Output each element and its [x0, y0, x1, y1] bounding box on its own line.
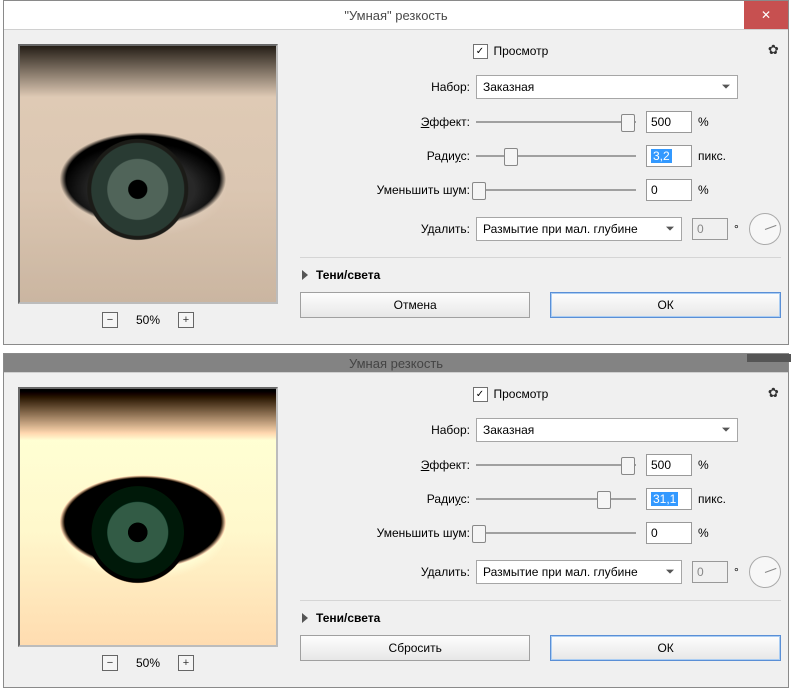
remove-label: Удалить:: [300, 565, 476, 579]
preset-select[interactable]: Заказная: [476, 418, 738, 442]
disclosure-triangle-icon: [302, 613, 308, 623]
preview-label: Просмотр: [494, 387, 549, 402]
radius-label: Радиус:: [300, 492, 476, 506]
remove-select[interactable]: Размытие при мал. глубине: [476, 560, 682, 584]
shadows-highlights-toggle[interactable]: Тени/света: [302, 268, 781, 282]
radius-unit: пикс.: [698, 492, 726, 506]
radius-unit: пикс.: [698, 149, 726, 163]
preset-value: Заказная: [483, 80, 534, 94]
remove-value: Размытие при мал. глубине: [483, 222, 638, 236]
preset-label: Набор:: [300, 80, 476, 94]
smart-sharpen-dialog-2: Умная резкость − 50% + Просмотр Набор:: [3, 353, 789, 688]
amount-slider[interactable]: [476, 456, 636, 474]
gear-icon: [768, 43, 779, 57]
radius-input[interactable]: 31,1: [646, 488, 692, 510]
zoom-in-button[interactable]: +: [178, 655, 194, 671]
noise-input[interactable]: 0: [646, 179, 692, 201]
radius-slider[interactable]: [476, 147, 636, 165]
smart-sharpen-dialog: "Умная" резкость ✕ − 50% + Просмотр Набо…: [3, 0, 789, 345]
zoom-in-button[interactable]: +: [178, 312, 194, 328]
zoom-level: 50%: [136, 313, 160, 327]
preview-checkbox[interactable]: [473, 44, 488, 59]
reset-button[interactable]: Сбросить: [300, 635, 530, 661]
angle-dial[interactable]: [749, 213, 781, 245]
eye-preview: [20, 46, 276, 302]
noise-input[interactable]: 0: [646, 522, 692, 544]
angle-unit: °: [734, 565, 739, 579]
ok-button[interactable]: ОК: [550, 292, 780, 318]
shadows-label: Тени/света: [316, 611, 380, 625]
amount-label: Эффект:: [300, 458, 476, 472]
remove-label: Удалить:: [300, 222, 476, 236]
noise-label: Уменьшить шум:: [300, 183, 476, 197]
angle-dial[interactable]: [749, 556, 781, 588]
settings-button[interactable]: [768, 42, 779, 58]
shadows-highlights-toggle[interactable]: Тени/света: [302, 611, 781, 625]
amount-input[interactable]: 500: [646, 111, 692, 133]
gear-icon: [768, 386, 779, 400]
preview-checkbox[interactable]: [473, 387, 488, 402]
shadows-label: Тени/света: [316, 268, 380, 282]
zoom-out-button[interactable]: −: [102, 312, 118, 328]
noise-label: Уменьшить шум:: [300, 526, 476, 540]
angle-unit: °: [734, 222, 739, 236]
dialog-title: Умная резкость: [349, 356, 443, 371]
preview-image[interactable]: [18, 44, 278, 304]
noise-slider[interactable]: [476, 181, 636, 199]
amount-unit: %: [698, 458, 709, 472]
angle-input: 0: [692, 218, 728, 240]
slider-thumb[interactable]: [621, 114, 635, 132]
cancel-button[interactable]: Отмена: [300, 292, 530, 318]
amount-input[interactable]: 500: [646, 454, 692, 476]
titlebar[interactable]: "Умная" резкость ✕: [4, 1, 788, 30]
noise-unit: %: [698, 526, 709, 540]
amount-label: Эффект:: [300, 115, 476, 129]
close-icon: ✕: [761, 8, 771, 22]
remove-value: Размытие при мал. глубине: [483, 565, 638, 579]
eye-preview: [20, 389, 276, 645]
slider-thumb[interactable]: [597, 491, 611, 509]
settings-button[interactable]: [768, 385, 779, 401]
preset-select[interactable]: Заказная: [476, 75, 738, 99]
zoom-out-button[interactable]: −: [102, 655, 118, 671]
remove-select[interactable]: Размытие при мал. глубине: [476, 217, 682, 241]
noise-unit: %: [698, 183, 709, 197]
noise-slider[interactable]: [476, 524, 636, 542]
preset-value: Заказная: [483, 423, 534, 437]
radius-label: Радиус:: [300, 149, 476, 163]
radius-input[interactable]: 3,2: [646, 145, 692, 167]
titlebar[interactable]: Умная резкость: [4, 354, 788, 373]
disclosure-triangle-icon: [302, 270, 308, 280]
angle-input: 0: [692, 561, 728, 583]
zoom-level: 50%: [136, 656, 160, 670]
preview-label: Просмотр: [494, 44, 549, 59]
amount-slider[interactable]: [476, 113, 636, 131]
slider-thumb[interactable]: [472, 525, 486, 543]
amount-unit: %: [698, 115, 709, 129]
slider-thumb[interactable]: [504, 148, 518, 166]
dialog-title: "Умная" резкость: [344, 8, 447, 23]
ok-button[interactable]: ОК: [550, 635, 780, 661]
radius-slider[interactable]: [476, 490, 636, 508]
slider-thumb[interactable]: [621, 457, 635, 475]
close-button[interactable]: ✕: [744, 1, 788, 29]
preset-label: Набор:: [300, 423, 476, 437]
preview-image[interactable]: [18, 387, 278, 647]
close-button[interactable]: [747, 354, 791, 362]
slider-thumb[interactable]: [472, 182, 486, 200]
